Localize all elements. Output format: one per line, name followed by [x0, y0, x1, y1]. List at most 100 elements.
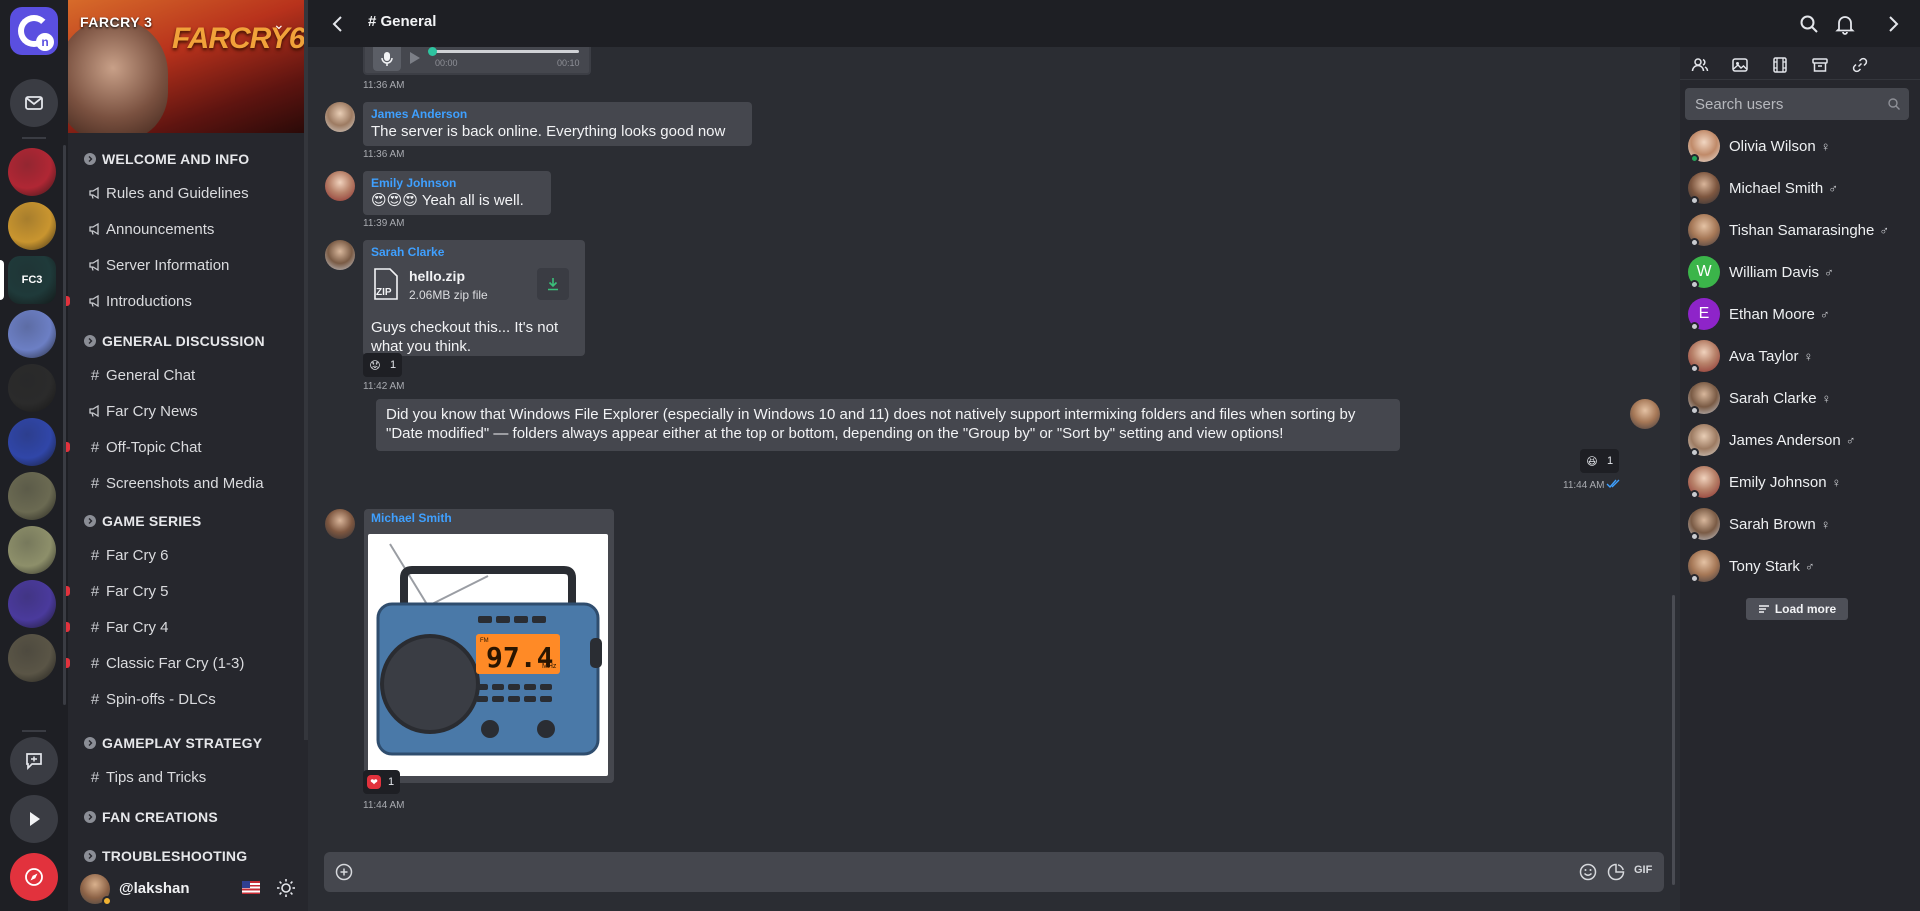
us-flag-icon[interactable] [242, 881, 260, 894]
load-more-button[interactable]: Load more [1746, 598, 1848, 620]
server-banner[interactable]: FARCRY 3 FARCRY6 ⌄ [68, 0, 304, 133]
add-attachment-icon[interactable] [334, 862, 354, 882]
avatar[interactable] [325, 240, 355, 270]
server-pubg[interactable] [8, 526, 56, 574]
file-attachment[interactable]: ZIP hello.zip 2.06MB zip file [371, 264, 569, 310]
message-time: 11:39 AM [363, 218, 405, 229]
channel-general-chat[interactable]: # General Chat [88, 363, 298, 387]
message-input[interactable] [364, 860, 1524, 884]
bell-icon[interactable] [1834, 13, 1856, 35]
member-item[interactable]: Tony Stark ♂ [1688, 549, 1913, 583]
channel-introductions[interactable]: Introductions [88, 289, 298, 313]
message-author[interactable]: Sarah Clarke [371, 244, 577, 260]
message-author[interactable]: James Anderson [371, 106, 744, 122]
radio-illustration: 97.4 MHz FM [376, 543, 602, 756]
member-item[interactable]: W William Davis ♂ [1688, 255, 1913, 289]
server-call-of-duty[interactable] [8, 364, 56, 412]
category-general-discussion[interactable]: GENERAL DISCUSSION [84, 330, 265, 352]
member-item[interactable]: Sarah Clarke ♀ [1688, 381, 1913, 415]
sun-icon[interactable] [276, 878, 296, 898]
server-need-for-speed[interactable] [8, 148, 56, 196]
message-author[interactable]: Emily Johnson [371, 175, 543, 191]
channel-screenshots-and-media[interactable]: # Screenshots and Media [88, 471, 298, 495]
category-game-series[interactable]: GAME SERIES [84, 510, 201, 532]
server-tomb-raider[interactable] [8, 634, 56, 682]
users-tab-icon[interactable] [1690, 55, 1710, 75]
server-destiny[interactable] [8, 418, 56, 466]
voice-progress-track[interactable] [431, 50, 579, 53]
message-text: 😍😍😍 Yeah all is well. [371, 191, 543, 210]
channel-off-topic-chat[interactable]: # Off-Topic Chat [88, 435, 298, 459]
explore-button[interactable] [10, 853, 58, 901]
channel-rules-and-guidelines[interactable]: Rules and Guidelines [88, 181, 298, 205]
search-users-input[interactable] [1695, 93, 1875, 115]
server-clash-of-clans[interactable] [8, 202, 56, 250]
category-fan-creations[interactable]: FAN CREATIONS [84, 806, 218, 828]
channel-announcements[interactable]: Announcements [88, 217, 298, 241]
archive-tab-icon[interactable] [1810, 55, 1830, 75]
reaction-chip[interactable]: 😆 1 [1580, 449, 1620, 473]
voice-progress-knob[interactable] [428, 47, 437, 56]
channel-classic-far-cry-1-3[interactable]: # Classic Far Cry (1-3) [88, 651, 298, 675]
member-item[interactable]: James Anderson ♂ [1688, 423, 1913, 457]
channel-spin-offs-dlcs[interactable]: # Spin-offs - DLCs [88, 687, 298, 711]
member-item[interactable]: Ava Taylor ♀ [1688, 339, 1913, 373]
message-author[interactable]: Michael Smith [371, 511, 452, 525]
server-apex[interactable] [8, 310, 56, 358]
app-logo[interactable]: n [10, 7, 58, 55]
image-tab-icon[interactable] [1730, 55, 1750, 75]
avatar [1688, 340, 1720, 373]
reaction-chip[interactable]: ❤ 1 [363, 770, 401, 794]
server-far-cry-3[interactable]: FC3 [8, 256, 56, 304]
download-button[interactable] [537, 268, 569, 300]
channel-tips-and-tricks[interactable]: # Tips and Tricks [88, 765, 298, 789]
back-icon[interactable] [328, 14, 348, 34]
radio-image[interactable]: 97.4 MHz FM [368, 534, 608, 776]
avatar[interactable] [325, 102, 355, 132]
reaction-chip[interactable]: 😟 1 [363, 353, 403, 377]
message-time: 11:36 AM [363, 80, 405, 91]
server-fortnite[interactable] [8, 580, 56, 628]
read-check-icon [1606, 479, 1620, 489]
chevron-right-icon[interactable] [1882, 13, 1904, 35]
member-item[interactable]: Sarah Brown ♀ [1688, 507, 1913, 541]
search-icon[interactable] [1887, 97, 1901, 111]
server-battlefield[interactable] [8, 472, 56, 520]
category-welcome-and-info[interactable]: WELCOME AND INFO [84, 148, 249, 170]
banner-art [68, 20, 168, 133]
sticker-icon[interactable] [1606, 862, 1626, 882]
link-tab-icon[interactable] [1850, 55, 1870, 75]
channel-label: Announcements [106, 220, 215, 238]
own-avatar[interactable] [1630, 399, 1660, 429]
direct-messages-button[interactable] [10, 79, 58, 127]
chevron-down-icon[interactable]: ⌄ [273, 16, 285, 33]
avatar[interactable] [325, 171, 355, 201]
play-button[interactable] [10, 795, 58, 843]
emoji-icon[interactable] [1578, 862, 1598, 882]
reaction-count: 1 [388, 776, 395, 788]
channel-far-cry-5[interactable]: # Far Cry 5 [88, 579, 298, 603]
member-item[interactable]: Michael Smith ♂ [1688, 171, 1913, 205]
search-icon[interactable] [1798, 13, 1820, 35]
chat-scrollbar[interactable] [1672, 595, 1675, 885]
voice-play-icon[interactable] [410, 52, 420, 64]
new-chat-button[interactable] [10, 737, 58, 785]
channel-far-cry-news[interactable]: Far Cry News [88, 399, 298, 423]
member-item[interactable]: E Ethan Moore ♂ [1688, 297, 1913, 331]
member-item[interactable]: Tishan Samarasinghe ♂ [1688, 213, 1913, 247]
member-item[interactable]: Emily Johnson ♀ [1688, 465, 1913, 499]
user-avatar[interactable] [80, 873, 112, 906]
rail-separator [22, 137, 46, 139]
channel-far-cry-4[interactable]: # Far Cry 4 [88, 615, 298, 639]
rail-scrollbar[interactable] [63, 145, 66, 705]
channel-label: Tips and Tricks [106, 768, 207, 786]
channel-far-cry-6[interactable]: # Far Cry 6 [88, 543, 298, 567]
category-troubleshooting[interactable]: TROUBLESHOOTING [84, 845, 247, 867]
member-item[interactable]: Olivia Wilson ♀ [1688, 129, 1913, 163]
gif-button[interactable]: GIF [1634, 864, 1652, 876]
file-name: hello.zip [409, 268, 465, 284]
channel-server-information[interactable]: Server Information [88, 253, 298, 277]
video-tab-icon[interactable] [1770, 55, 1790, 75]
avatar[interactable] [325, 509, 355, 539]
category-gameplay-strategy[interactable]: GAMEPLAY STRATEGY [84, 732, 262, 754]
